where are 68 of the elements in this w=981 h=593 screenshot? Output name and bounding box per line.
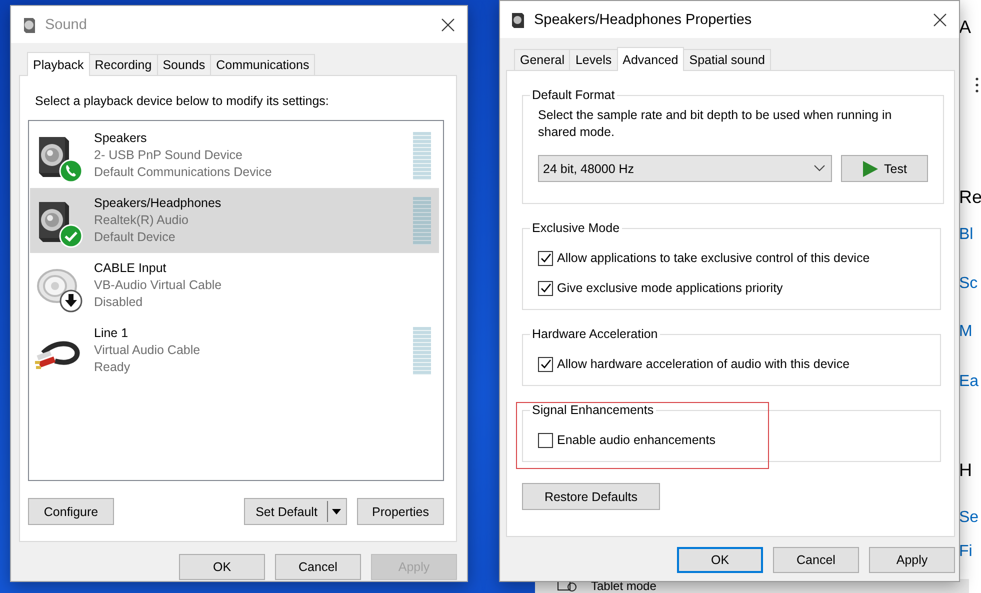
- set-default-button[interactable]: Set Default: [244, 498, 347, 525]
- test-button[interactable]: Test: [841, 155, 928, 182]
- device-name: Speakers: [94, 130, 148, 147]
- format-description: Select the sample rate and bit depth to be used when running in shared mode.: [538, 107, 893, 141]
- caret-icon[interactable]: [332, 508, 342, 514]
- close-icon[interactable]: [933, 12, 947, 26]
- checkbox-label: Allow applications to take exclusive control of this device: [557, 251, 870, 265]
- device-description: VB-Audio Virtual Cable: [94, 277, 223, 294]
- device-row[interactable]: CABLE Input VB-Audio Virtual Cable Disabled: [30, 253, 439, 318]
- settings-link[interactable]: Bl: [959, 225, 974, 245]
- dialog-button[interactable]: Apply: [869, 547, 955, 573]
- settings-item[interactable]: Tablet mode: [591, 580, 656, 592]
- settings-link[interactable]: M: [959, 322, 972, 342]
- dialog-button[interactable]: Cancel: [773, 547, 859, 573]
- group-title: Default Format: [531, 88, 616, 102]
- device-description: Virtual Audio Cable: [94, 342, 202, 359]
- device-row[interactable]: Line 1 Virtual Audio Cable Ready: [30, 318, 439, 383]
- group-title: Hardware Acceleration: [531, 327, 659, 341]
- device-row[interactable]: Speakers 2- USB PnP Sound Device Default Communications Device: [30, 123, 439, 188]
- checkbox[interactable]: [538, 280, 553, 296]
- play-icon: [862, 160, 878, 176]
- device-name: Line 1: [94, 325, 130, 342]
- settings-link[interactable]: Sc: [959, 274, 978, 294]
- close-icon[interactable]: [441, 18, 455, 32]
- checkbox[interactable]: [538, 432, 553, 448]
- settings-link[interactable]: Fi: [959, 542, 972, 562]
- chevron-down-icon[interactable]: [814, 165, 825, 172]
- tab[interactable]: Advanced: [616, 47, 684, 71]
- format-dropdown[interactable]: 24 bit, 48000 Hz: [538, 155, 832, 182]
- restore-defaults-button[interactable]: Restore Defaults: [522, 483, 660, 510]
- tab[interactable]: Playback: [27, 52, 90, 76]
- tab[interactable]: Spatial sound: [683, 49, 771, 70]
- group-title: Exclusive Mode: [531, 221, 621, 235]
- tablet-icon: [557, 580, 577, 592]
- settings-link[interactable]: Ea: [959, 372, 979, 392]
- group-title: Signal Enhancements: [531, 403, 655, 417]
- instruction-text: Select a playback device below to modify its settings:: [35, 94, 330, 108]
- device-description: Realtek(R) Audio: [94, 212, 190, 229]
- checkbox-label: Give exclusive mode applications priority: [557, 281, 783, 295]
- checkbox-label: Enable audio enhancements: [557, 433, 716, 447]
- checkbox[interactable]: [538, 250, 553, 266]
- dialog-button[interactable]: Cancel: [275, 554, 361, 580]
- section-heading: Re: [959, 186, 981, 209]
- device-status: Default Communications Device: [94, 164, 273, 181]
- section-heading: A: [959, 16, 972, 39]
- configure-button[interactable]: Configure: [28, 498, 114, 525]
- dialog-button[interactable]: OK: [677, 547, 763, 573]
- checkbox[interactable]: [538, 356, 553, 372]
- tab[interactable]: Recording: [88, 54, 158, 75]
- device-status: Ready: [94, 359, 132, 376]
- device-name: Speakers/Headphones: [94, 195, 222, 212]
- device-status: Default Device: [94, 229, 176, 246]
- device-description: 2- USB PnP Sound Device: [94, 147, 244, 164]
- section-heading: H: [959, 459, 972, 482]
- tab[interactable]: Communications: [210, 54, 316, 75]
- more-icon[interactable]: [975, 77, 979, 93]
- tab[interactable]: General: [514, 49, 570, 70]
- device-status: Disabled: [94, 294, 144, 311]
- settings-link[interactable]: Se: [959, 508, 979, 528]
- device-row[interactable]: Speakers/Headphones Realtek(R) Audio Default Device: [30, 188, 439, 253]
- window-title: Sound: [45, 16, 88, 32]
- checkbox-label: Allow hardware acceleration of audio with this device: [557, 357, 850, 371]
- speaker-icon: [21, 16, 37, 34]
- speaker-icon: [510, 10, 526, 28]
- window-title: Speakers/Headphones Properties: [534, 12, 753, 28]
- device-name: CABLE Input: [94, 260, 168, 277]
- dialog-button[interactable]: OK: [179, 554, 265, 580]
- properties-button[interactable]: Properties: [357, 498, 444, 525]
